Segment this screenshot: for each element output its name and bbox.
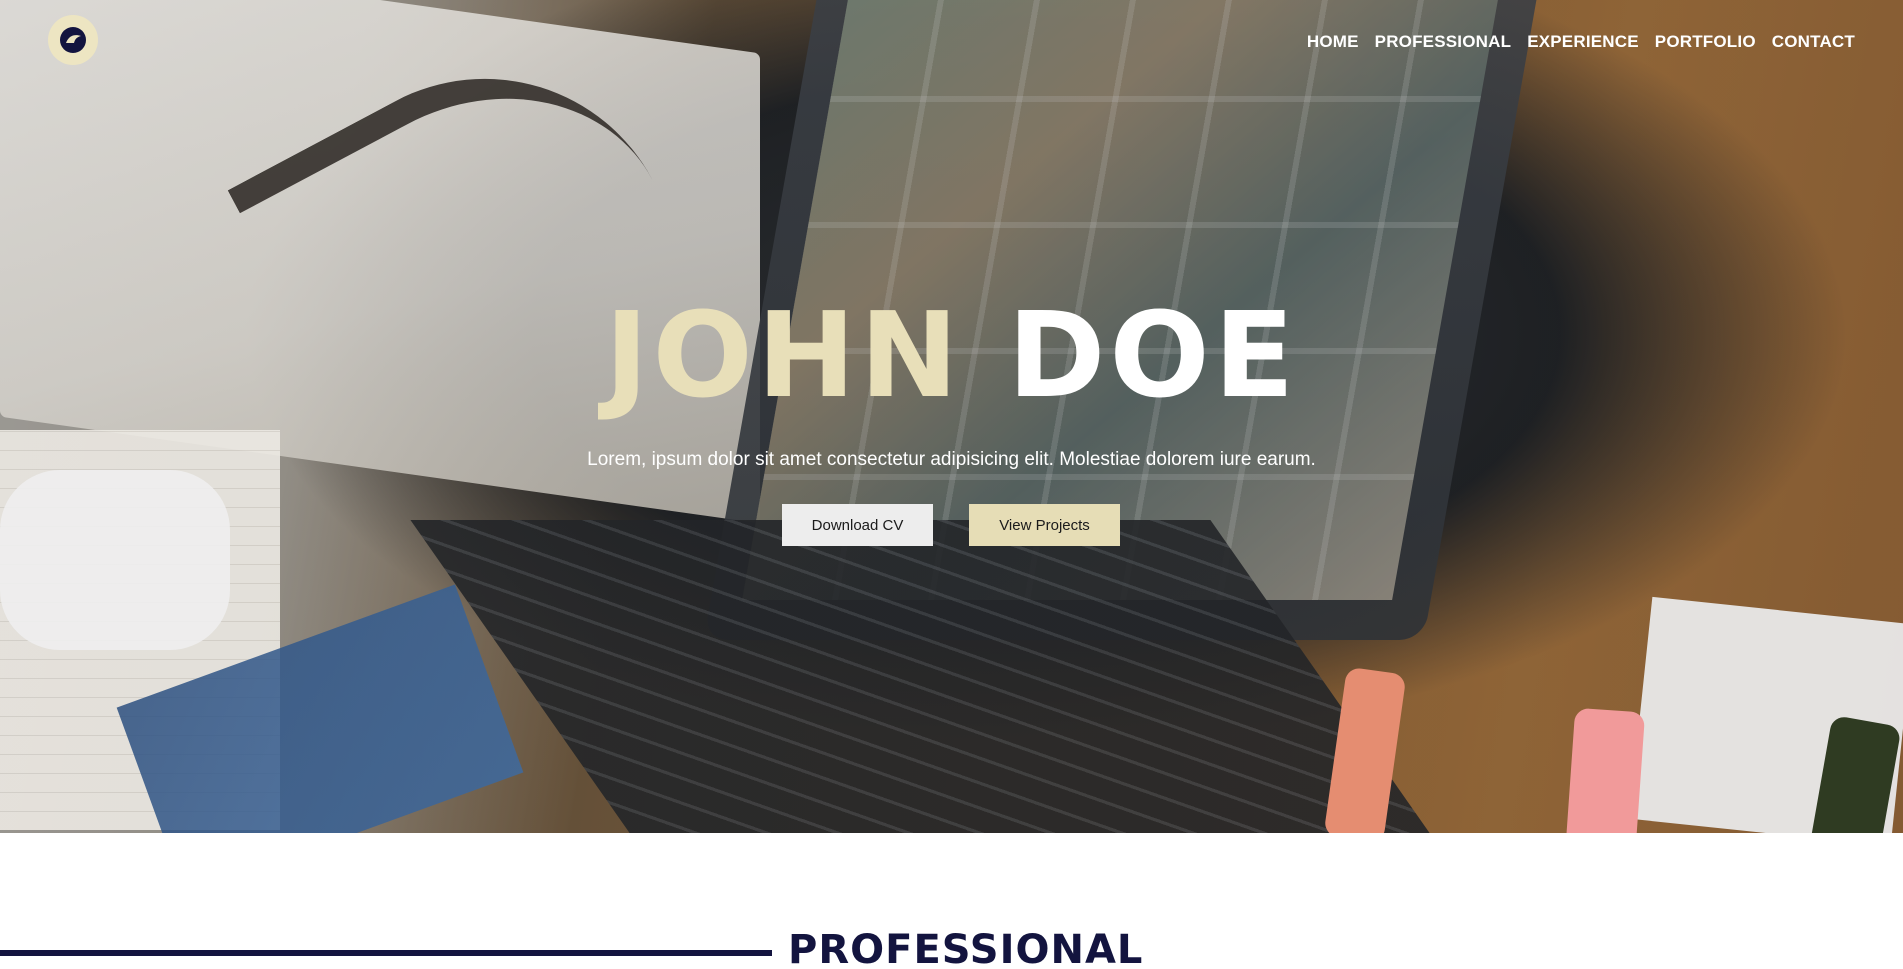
hero-subtitle: Lorem, ipsum dolor sit amet consectetur …	[587, 449, 1316, 470]
nav-item-experience[interactable]: EXPERIENCE	[1527, 32, 1639, 52]
view-projects-button[interactable]: View Projects	[969, 504, 1120, 546]
section-title-professional: PROFESSIONAL	[788, 927, 1144, 969]
hero-background-marker	[1564, 707, 1646, 833]
site-logo[interactable]	[48, 15, 98, 65]
hero-first-name: JOHN	[604, 286, 963, 424]
hero-background-sleeve	[0, 470, 230, 650]
nav-item-contact[interactable]: CONTACT	[1772, 32, 1855, 52]
eagle-emblem-icon	[60, 27, 86, 53]
nav-item-professional[interactable]: PROFESSIONAL	[1375, 32, 1512, 52]
hero-last-name: DOE	[1007, 286, 1299, 424]
section-divider	[0, 950, 772, 956]
hero-section: HOME PROFESSIONAL EXPERIENCE PORTFOLIO C…	[0, 0, 1903, 833]
nav-item-portfolio[interactable]: PORTFOLIO	[1655, 32, 1756, 52]
download-cv-button[interactable]: Download CV	[782, 504, 933, 546]
main-nav: HOME PROFESSIONAL EXPERIENCE PORTFOLIO C…	[1307, 32, 1855, 52]
hero-name: JOHN DOE	[0, 296, 1903, 414]
nav-item-home[interactable]: HOME	[1307, 32, 1359, 52]
